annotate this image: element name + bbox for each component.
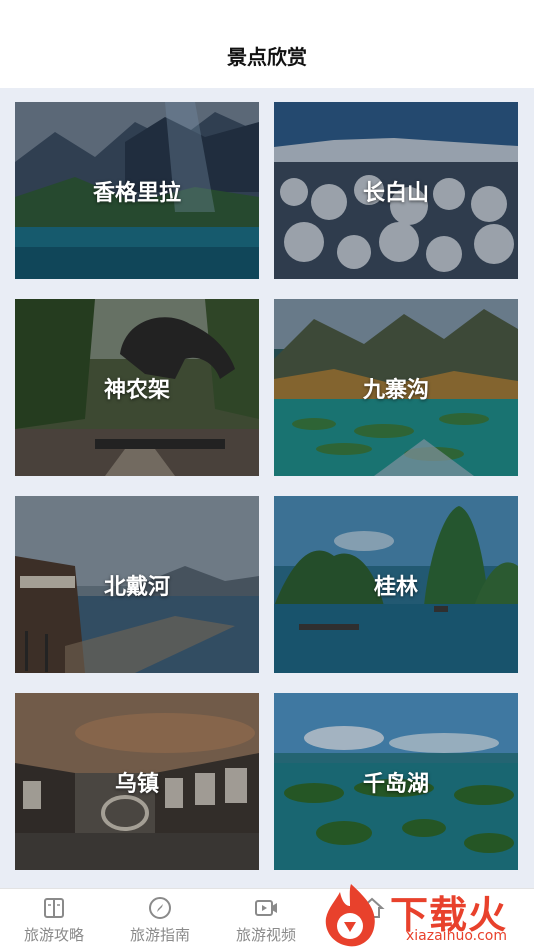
tab-label: 旅游视频: [235, 926, 296, 944]
tab-travel-guide[interactable]: 旅游攻略: [4, 895, 104, 945]
tab-label: 旅游攻略: [23, 926, 84, 944]
spot-name: 九寨沟: [362, 377, 429, 403]
tab-label: 旅游指南: [129, 926, 190, 944]
spot-name: 长白山: [362, 180, 429, 206]
spot-card-guilin[interactable]: 桂林: [274, 496, 518, 673]
spot-card-jiuzhaigou[interactable]: 九寨沟: [274, 299, 518, 476]
spot-name: 神农架: [103, 377, 170, 403]
spot-card-wuzhen[interactable]: 乌镇: [15, 693, 259, 870]
flame-logo-icon: [325, 884, 375, 947]
watermark-url: xiazaihuo.com: [406, 928, 507, 944]
spot-name: 乌镇: [114, 771, 159, 797]
app-header: 景点欣赏: [0, 0, 534, 88]
spot-grid: 香格里拉 长白山 神农架 九寨沟 北戴河 桂林 乌镇 千岛湖: [0, 88, 534, 888]
compass-icon: [149, 897, 171, 919]
spot-card-beidaihe[interactable]: 北戴河: [15, 496, 259, 673]
spot-name: 桂林: [373, 574, 418, 600]
spot-name: 千岛湖: [362, 771, 429, 797]
spot-card-shennongjia[interactable]: 神农架: [15, 299, 259, 476]
watermark: 下载火 xiazaihuo.com: [312, 880, 534, 950]
tab-travel-directory[interactable]: 旅游指南: [110, 895, 210, 945]
page-title: 景点欣赏: [227, 45, 307, 69]
video-icon: [255, 900, 277, 916]
book-icon: [44, 898, 64, 918]
spot-card-qiandaohu[interactable]: 千岛湖: [274, 693, 518, 870]
spot-name: 北戴河: [103, 574, 170, 600]
spot-card-changbaishan[interactable]: 长白山: [274, 102, 518, 279]
tab-travel-video[interactable]: 旅游视频: [216, 895, 316, 945]
spot-name: 香格里拉: [92, 180, 181, 206]
spot-card-shangrila[interactable]: 香格里拉: [15, 102, 259, 279]
